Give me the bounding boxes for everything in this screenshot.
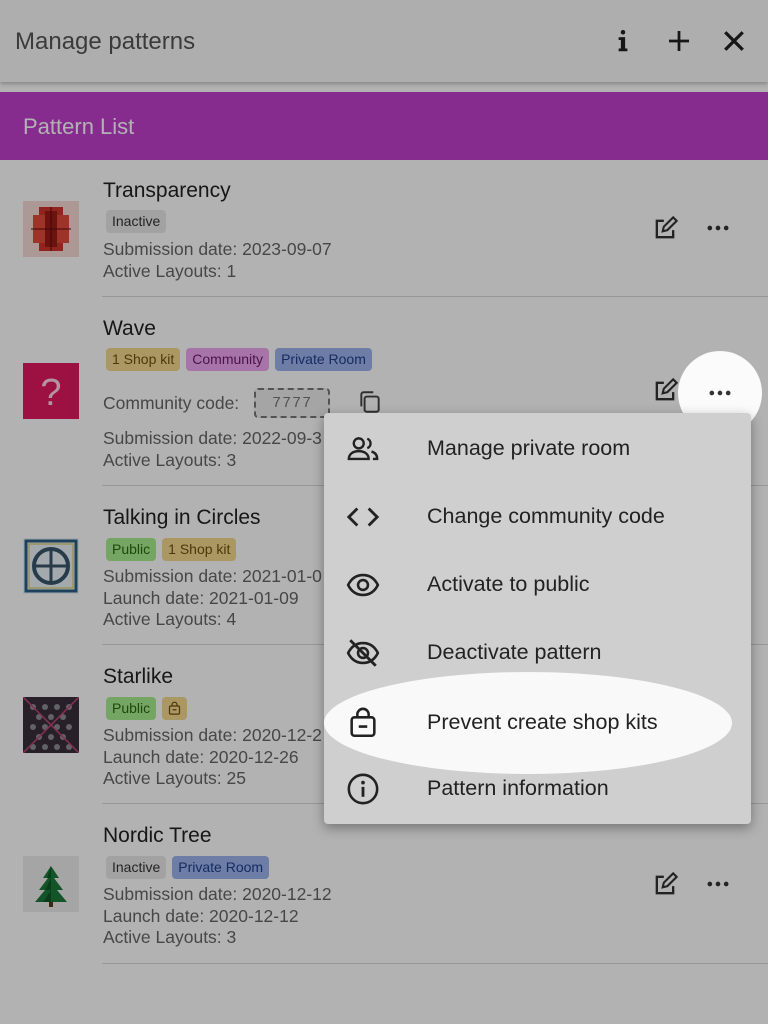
menu-item-activate-to-public[interactable]: Activate to public xyxy=(324,551,751,619)
menu-item-label: Deactivate pattern xyxy=(427,640,602,664)
menu-item-label: Manage private room xyxy=(427,436,631,460)
menu-item-change-community-code[interactable]: Change community code xyxy=(324,483,751,551)
menu-item-label: Prevent create shop kits xyxy=(427,710,658,734)
shopping-bag-minus-icon xyxy=(346,706,380,740)
eye-off-icon xyxy=(346,636,380,670)
menu-item-label: Pattern information xyxy=(427,776,609,800)
group-icon xyxy=(346,432,380,466)
menu-item-prevent-create-shop-kits[interactable]: Prevent create shop kits xyxy=(324,689,751,757)
code-icon xyxy=(346,500,380,534)
menu-item-label: Change community code xyxy=(427,504,665,528)
menu-item-label: Activate to public xyxy=(427,572,590,596)
more-horizontal-icon xyxy=(709,390,731,396)
info-icon xyxy=(346,772,380,806)
menu-item-manage-private-room[interactable]: Manage private room xyxy=(324,415,751,483)
eye-icon xyxy=(346,568,380,602)
